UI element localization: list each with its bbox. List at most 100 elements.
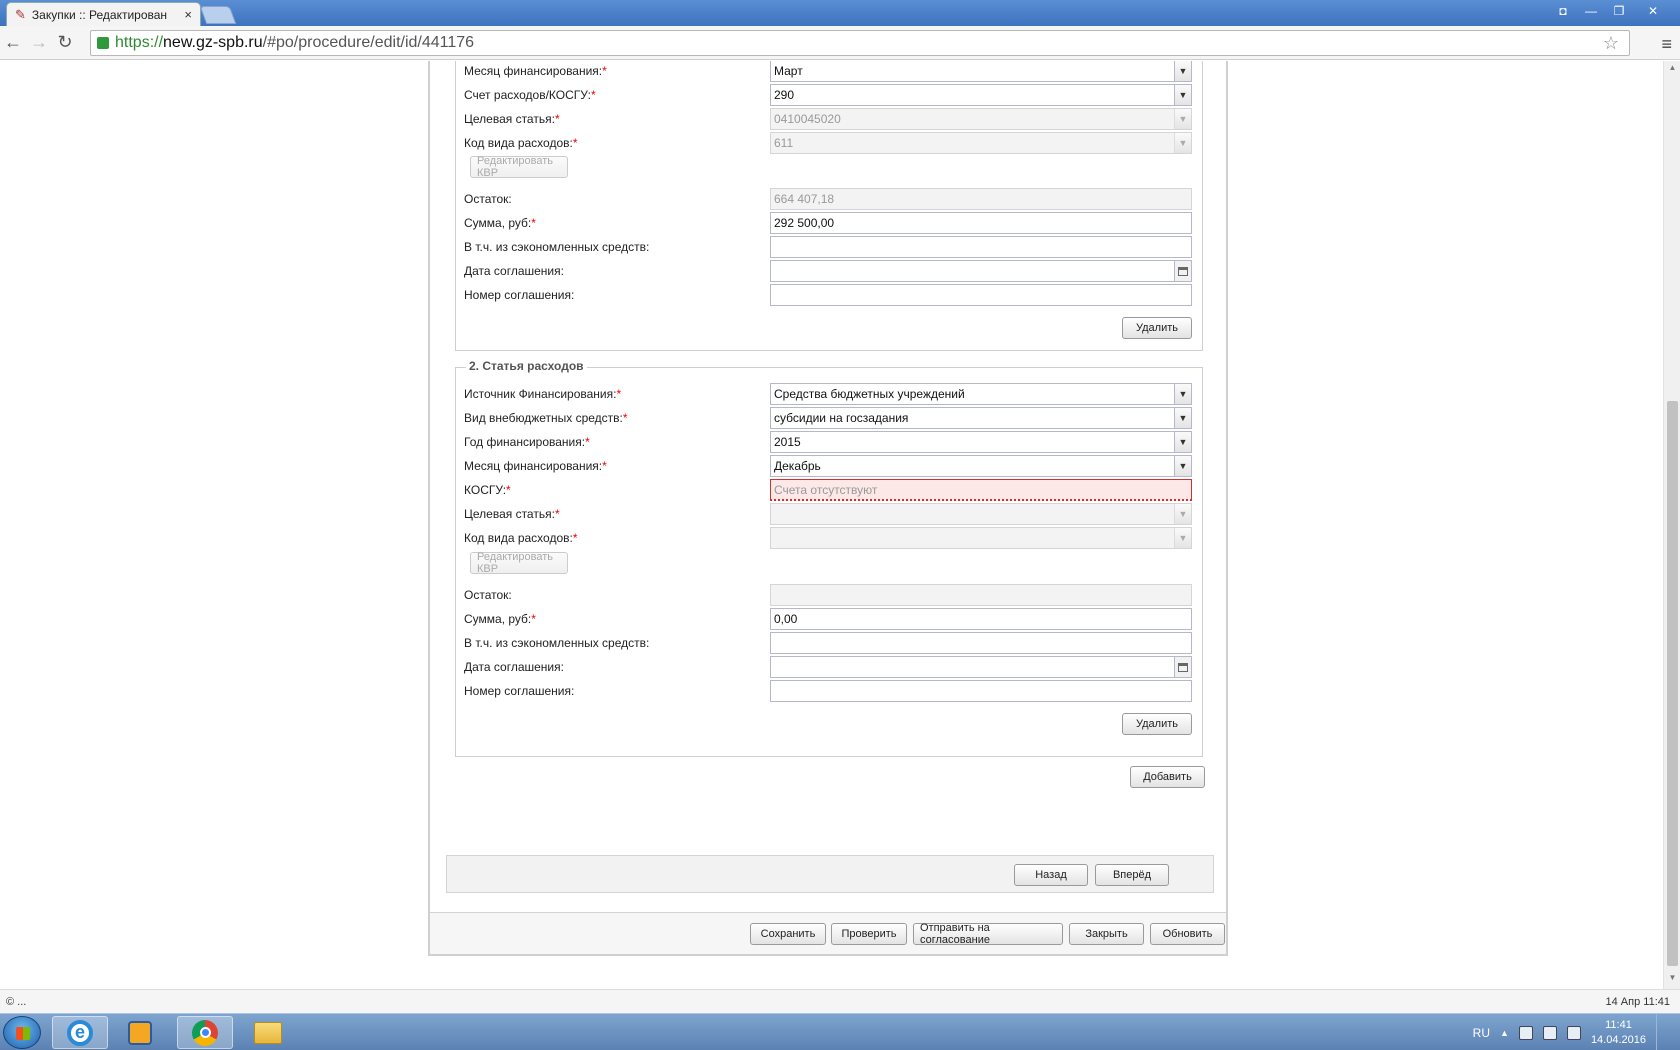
chevron-down-icon[interactable]: ▼ (1174, 528, 1191, 548)
row-funding-year: Год финансирования:* 2015 ▼ (464, 431, 1194, 455)
system-clock[interactable]: 11:41 14.04.2016 (1591, 1018, 1646, 1048)
chevron-down-icon[interactable]: ▼ (1174, 61, 1191, 81)
back-arrow-icon[interactable]: ← (2, 32, 24, 53)
forward-arrow-icon[interactable]: → (28, 32, 50, 53)
amount-input[interactable]: 292 500,00 (770, 212, 1192, 234)
field-label: Источник Финансирования:* (464, 387, 622, 401)
expense-type-code-select[interactable]: 611 ▼ (770, 132, 1192, 154)
row-agreement-number-2: Номер соглашения: (464, 680, 1194, 704)
field-label: Сумма, руб:* (464, 612, 536, 626)
field-label: Целевая статья:* (464, 507, 560, 521)
close-button[interactable]: Закрыть (1069, 923, 1144, 945)
kosgu-select[interactable]: 290 ▼ (770, 84, 1192, 106)
reload-icon[interactable]: ↻ (54, 32, 76, 53)
taskbar-explorer[interactable] (240, 1016, 296, 1049)
chevron-down-icon[interactable]: ▼ (1174, 408, 1191, 428)
target-article-select-2[interactable]: ▼ (770, 503, 1192, 525)
extrabudget-type-select[interactable]: субсидии на госзадания ▼ (770, 407, 1192, 429)
start-button[interactable] (3, 1016, 41, 1049)
scroll-thumb[interactable] (1667, 401, 1678, 966)
target-article-select[interactable]: 0410045020 ▼ (770, 108, 1192, 130)
select-value: Март (774, 64, 803, 78)
funding-month-select-2[interactable]: Декабрь ▼ (770, 455, 1192, 477)
edit-kvr-button-2[interactable]: Редактировать КВР (470, 551, 568, 575)
taskbar-chrome[interactable] (177, 1016, 233, 1049)
delete-button[interactable]: Удалить (1122, 317, 1192, 339)
folder-icon (254, 1021, 282, 1044)
menu-icon[interactable]: ≡ (1661, 34, 1672, 55)
chevron-down-icon[interactable]: ▼ (1174, 384, 1191, 404)
row-extrabudget-type: Вид внебюджетных средств:* субсидии на г… (464, 407, 1194, 431)
agreement-date-input[interactable] (770, 260, 1192, 282)
check-button[interactable]: Проверить (831, 923, 907, 945)
scroll-down-icon[interactable]: ▼ (1664, 973, 1680, 987)
agreement-number-input-2[interactable] (770, 680, 1192, 702)
scroll-up-icon[interactable]: ▲ (1664, 63, 1680, 77)
agreement-number-input[interactable] (770, 284, 1192, 306)
field-label: Сумма, руб:* (464, 216, 536, 230)
network-icon[interactable] (1542, 1025, 1557, 1040)
address-bar[interactable]: https://new.gz-spb.ru/#po/procedure/edit… (90, 30, 1630, 56)
saved-funds-input-2[interactable] (770, 632, 1192, 654)
chevron-down-icon[interactable]: ▼ (1174, 109, 1191, 129)
agreement-date-input-2[interactable] (770, 656, 1192, 678)
calendar-icon[interactable] (1174, 261, 1191, 281)
field-value: 292 500,00 (774, 216, 835, 230)
row-funding-month-2: Месяц финансирования:* Декабрь ▼ (464, 455, 1194, 479)
row-funding-source: Источник Финансирования:* Средства бюдже… (464, 383, 1194, 407)
add-button[interactable]: Добавить (1130, 766, 1205, 788)
chevron-down-icon[interactable]: ▼ (1174, 456, 1191, 476)
volume-muted-icon[interactable] (1566, 1025, 1581, 1040)
tab-close-icon[interactable]: × (184, 7, 192, 22)
row-saved-funds: В т.ч. из сэкономленных средств: (464, 236, 1194, 260)
field-label: Номер соглашения: (464, 684, 575, 698)
select-value: 0410045020 (774, 112, 841, 126)
show-desktop-button[interactable] (1656, 1014, 1668, 1050)
funding-source-select[interactable]: Средства бюджетных учреждений ▼ (770, 383, 1192, 405)
browser-tab[interactable]: ✎ Закупки :: Редактирован × (6, 2, 201, 26)
amount-input-2[interactable]: 0,00 (770, 608, 1192, 630)
row-expense-type-code: Код вида расходов:* 611 ▼ (464, 132, 1194, 156)
chevron-down-icon[interactable]: ▼ (1174, 133, 1191, 153)
new-tab-button[interactable] (199, 6, 237, 24)
taskbar-ie[interactable]: e (52, 1016, 108, 1049)
kosgu-select-invalid[interactable]: Счета отсутствуют (770, 479, 1192, 501)
edit-kvr-button[interactable]: Редактировать КВР (470, 155, 568, 179)
funding-year-select[interactable]: 2015 ▼ (770, 431, 1192, 453)
row-target-article: Целевая статья:* 0410045020 ▼ (464, 108, 1194, 132)
calendar-icon[interactable] (1174, 657, 1191, 677)
internet-explorer-icon: e (67, 1019, 93, 1046)
delete-button-2[interactable]: Удалить (1122, 713, 1192, 735)
send-for-approval-button[interactable]: Отправить на согласование (913, 922, 1063, 946)
clock-date: 14.04.2016 (1590, 1033, 1646, 1046)
bookmark-star-icon[interactable]: ☆ (1603, 33, 1619, 54)
user-icon[interactable]: ◘ (1550, 2, 1576, 20)
save-button[interactable]: Сохранить (750, 923, 826, 945)
status-datetime: 14 Апр 11:41 (1605, 996, 1670, 1008)
minimize-icon[interactable]: — (1578, 2, 1604, 20)
chevron-down-icon[interactable]: ▼ (1174, 504, 1191, 524)
row-agreement-date: Дата соглашения: (464, 260, 1194, 284)
saved-funds-input[interactable] (770, 236, 1192, 258)
taskbar-media-player[interactable] (112, 1016, 168, 1049)
vertical-scrollbar[interactable]: ▲ ▼ (1663, 61, 1680, 989)
balance-field: 664 407,18 (770, 188, 1192, 210)
close-window-icon[interactable]: ✕ (1634, 2, 1672, 20)
browser-toolbar: ← → ↻ https://new.gz-spb.ru/#po/procedur… (0, 26, 1680, 60)
action-center-icon[interactable] (1518, 1025, 1533, 1040)
row-balance-2: Остаток: (464, 584, 1194, 608)
restore-icon[interactable]: ❐ (1606, 2, 1632, 20)
chevron-down-icon[interactable]: ▼ (1174, 432, 1191, 452)
url-path: /#po/procedure/edit/id/441176 (262, 34, 475, 51)
refresh-button[interactable]: Обновить (1150, 923, 1225, 945)
lock-icon (97, 37, 109, 49)
back-button[interactable]: Назад (1014, 864, 1088, 886)
funding-month-select[interactable]: Март ▼ (770, 61, 1192, 82)
chevron-down-icon[interactable]: ▼ (1174, 85, 1191, 105)
language-indicator[interactable]: RU (1473, 1026, 1490, 1040)
forward-button[interactable]: Вперёд (1095, 864, 1169, 886)
field-label: Код вида расходов:* (464, 136, 578, 150)
expense-type-code-select-2[interactable]: ▼ (770, 527, 1192, 549)
windows-taskbar: e RU ▲ 11:41 14.04.2016 (0, 1013, 1680, 1050)
tray-expand-icon[interactable]: ▲ (1500, 1028, 1509, 1038)
